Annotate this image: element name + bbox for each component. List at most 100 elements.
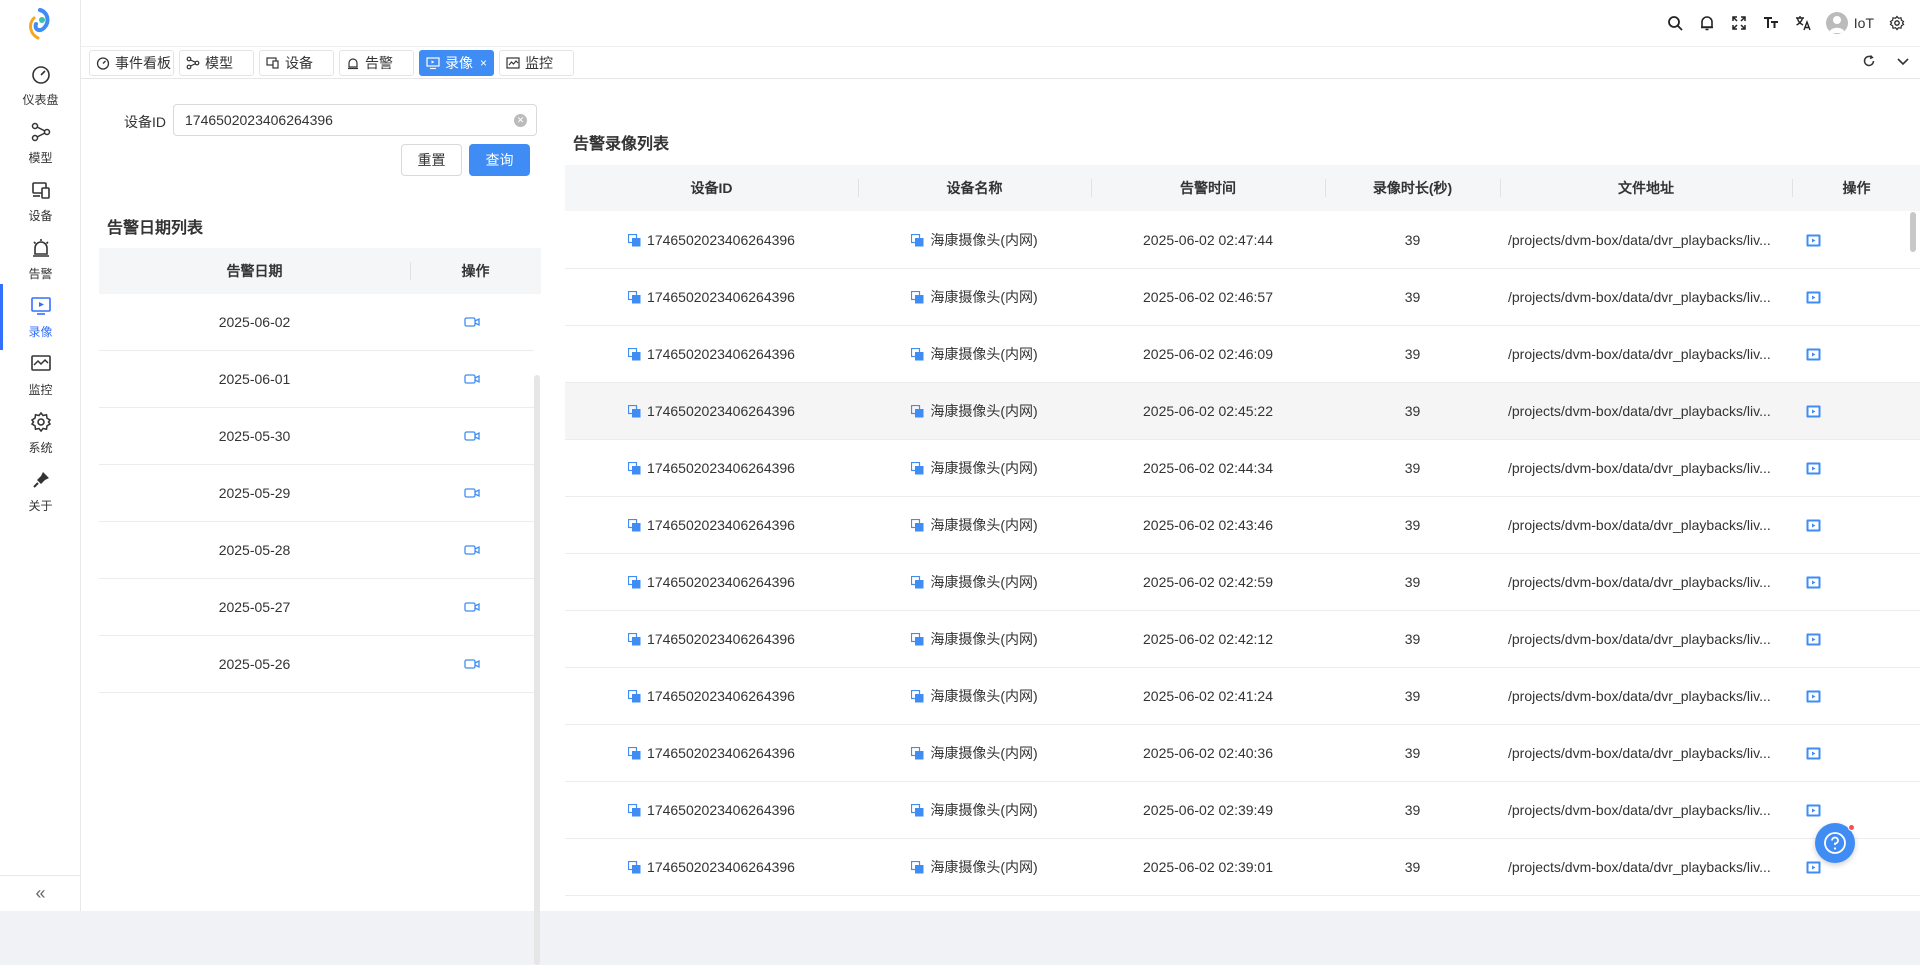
tab-alarm[interactable]: 告警: [339, 50, 414, 76]
copy-icon[interactable]: [628, 348, 641, 361]
copy-icon[interactable]: [911, 633, 924, 646]
chevron-down-icon[interactable]: [1896, 54, 1910, 68]
play-recording-button[interactable]: [1792, 668, 1920, 724]
copy-icon[interactable]: [911, 576, 924, 589]
table-row[interactable]: 1746502023406264396海康摄像头(内网)2025-06-02 0…: [565, 383, 1920, 440]
play-video-button[interactable]: [410, 636, 534, 692]
tab-device[interactable]: 设备: [259, 50, 334, 76]
table-row[interactable]: 1746502023406264396海康摄像头(内网)2025-06-02 0…: [565, 839, 1920, 896]
play-video-button[interactable]: [410, 522, 534, 578]
clear-icon[interactable]: ✕: [514, 114, 527, 127]
date-list-scrollbar[interactable]: [534, 375, 540, 965]
tab-model[interactable]: 模型: [179, 50, 254, 76]
play-video-button[interactable]: [410, 294, 534, 350]
device-id-cell: 1746502023406264396: [565, 725, 858, 781]
copy-icon[interactable]: [628, 747, 641, 760]
copy-icon[interactable]: [628, 462, 641, 475]
play-recording-button[interactable]: [1792, 725, 1920, 781]
alarm-time-cell: 2025-06-02 02:41:24: [1091, 668, 1325, 724]
table-row[interactable]: 1746502023406264396海康摄像头(内网)2025-06-02 0…: [565, 440, 1920, 497]
table-row[interactable]: 2025-05-30: [99, 408, 534, 465]
play-recording-button[interactable]: [1792, 326, 1920, 382]
column-header: 告警日期: [99, 248, 410, 294]
table-row[interactable]: 1746502023406264396海康摄像头(内网)2025-06-02 0…: [565, 725, 1920, 782]
device-name-cell: 海康摄像头(内网): [858, 269, 1091, 325]
duration-cell: 39: [1325, 269, 1500, 325]
play-recording-button[interactable]: [1792, 839, 1920, 895]
copy-icon[interactable]: [911, 519, 924, 532]
tab-monitor[interactable]: 监控: [499, 50, 574, 76]
device-id-input[interactable]: 1746502023406264396 ✕: [173, 104, 537, 136]
play-video-button[interactable]: [410, 465, 534, 521]
copy-icon[interactable]: [628, 690, 641, 703]
device-id-text: 1746502023406264396: [647, 346, 795, 362]
bell-icon[interactable]: [1698, 14, 1716, 32]
table-row[interactable]: 2025-06-02: [99, 294, 534, 351]
table-row[interactable]: 1746502023406264396海康摄像头(内网)2025-06-02 0…: [565, 497, 1920, 554]
avatar[interactable]: [1826, 12, 1848, 34]
translate-icon[interactable]: [1794, 14, 1812, 32]
tab-label: 模型: [205, 53, 233, 73]
play-video-button[interactable]: [410, 579, 534, 635]
table-row[interactable]: 1746502023406264396海康摄像头(内网)2025-06-02 0…: [565, 269, 1920, 326]
copy-icon[interactable]: [628, 234, 641, 247]
copy-icon[interactable]: [628, 633, 641, 646]
copy-icon[interactable]: [628, 519, 641, 532]
play-recording-button[interactable]: [1792, 782, 1920, 838]
copy-icon[interactable]: [628, 861, 641, 874]
collapse-sidebar-button[interactable]: «: [0, 875, 81, 911]
copy-icon[interactable]: [628, 291, 641, 304]
copy-icon[interactable]: [911, 348, 924, 361]
sidebar-item-about[interactable]: 关于: [0, 456, 81, 526]
reset-button[interactable]: 重置: [401, 144, 462, 176]
copy-icon[interactable]: [911, 747, 924, 760]
search-icon[interactable]: [1666, 14, 1684, 32]
copy-icon[interactable]: [911, 291, 924, 304]
copy-icon[interactable]: [628, 576, 641, 589]
table-row[interactable]: 1746502023406264396海康摄像头(内网)2025-06-02 0…: [565, 782, 1920, 839]
video-play-icon: [1806, 690, 1821, 703]
tab-event-board[interactable]: 事件看板: [89, 50, 174, 76]
play-recording-button[interactable]: [1792, 611, 1920, 667]
close-icon[interactable]: ×: [480, 56, 487, 70]
table-row[interactable]: 2025-05-27: [99, 579, 534, 636]
play-recording-button[interactable]: [1792, 212, 1920, 268]
copy-icon[interactable]: [628, 804, 641, 817]
refresh-icon[interactable]: [1862, 54, 1876, 68]
copy-icon[interactable]: [911, 234, 924, 247]
table-row[interactable]: 2025-06-01: [99, 351, 534, 408]
copy-icon[interactable]: [911, 462, 924, 475]
table-row[interactable]: 1746502023406264396海康摄像头(内网)2025-06-02 0…: [565, 326, 1920, 383]
recording-list-scrollbar[interactable]: [1910, 212, 1916, 252]
table-row[interactable]: 1746502023406264396海康摄像头(内网)2025-06-02 0…: [565, 554, 1920, 611]
table-row[interactable]: 1746502023406264396海康摄像头(内网)2025-06-02 0…: [565, 212, 1920, 269]
user-name[interactable]: IoT: [1854, 15, 1874, 31]
play-recording-button[interactable]: [1792, 383, 1920, 439]
copy-icon[interactable]: [911, 405, 924, 418]
play-video-button[interactable]: [410, 351, 534, 407]
table-row[interactable]: 2025-05-29: [99, 465, 534, 522]
app-logo[interactable]: [20, 6, 60, 42]
table-row[interactable]: 2025-05-26: [99, 636, 534, 693]
help-button[interactable]: [1815, 823, 1855, 863]
tab-recording[interactable]: 录像 ×: [419, 50, 494, 76]
copy-icon[interactable]: [628, 405, 641, 418]
video-play-icon: [1806, 405, 1821, 418]
device-name-text: 海康摄像头(内网): [930, 857, 1037, 877]
play-video-button[interactable]: [410, 408, 534, 464]
query-button[interactable]: 查询: [469, 144, 530, 176]
copy-icon[interactable]: [911, 861, 924, 874]
settings-icon[interactable]: [1888, 14, 1906, 32]
copy-icon[interactable]: [911, 690, 924, 703]
recording-icon: [426, 56, 440, 70]
copy-icon[interactable]: [911, 804, 924, 817]
fullscreen-icon[interactable]: [1730, 14, 1748, 32]
table-row[interactable]: 1746502023406264396海康摄像头(内网)2025-06-02 0…: [565, 668, 1920, 725]
table-row[interactable]: 1746502023406264396海康摄像头(内网)2025-06-02 0…: [565, 611, 1920, 668]
table-row[interactable]: 2025-05-28: [99, 522, 534, 579]
play-recording-button[interactable]: [1792, 554, 1920, 610]
play-recording-button[interactable]: [1792, 497, 1920, 553]
play-recording-button[interactable]: [1792, 269, 1920, 325]
play-recording-button[interactable]: [1792, 440, 1920, 496]
font-size-icon[interactable]: [1762, 14, 1780, 32]
